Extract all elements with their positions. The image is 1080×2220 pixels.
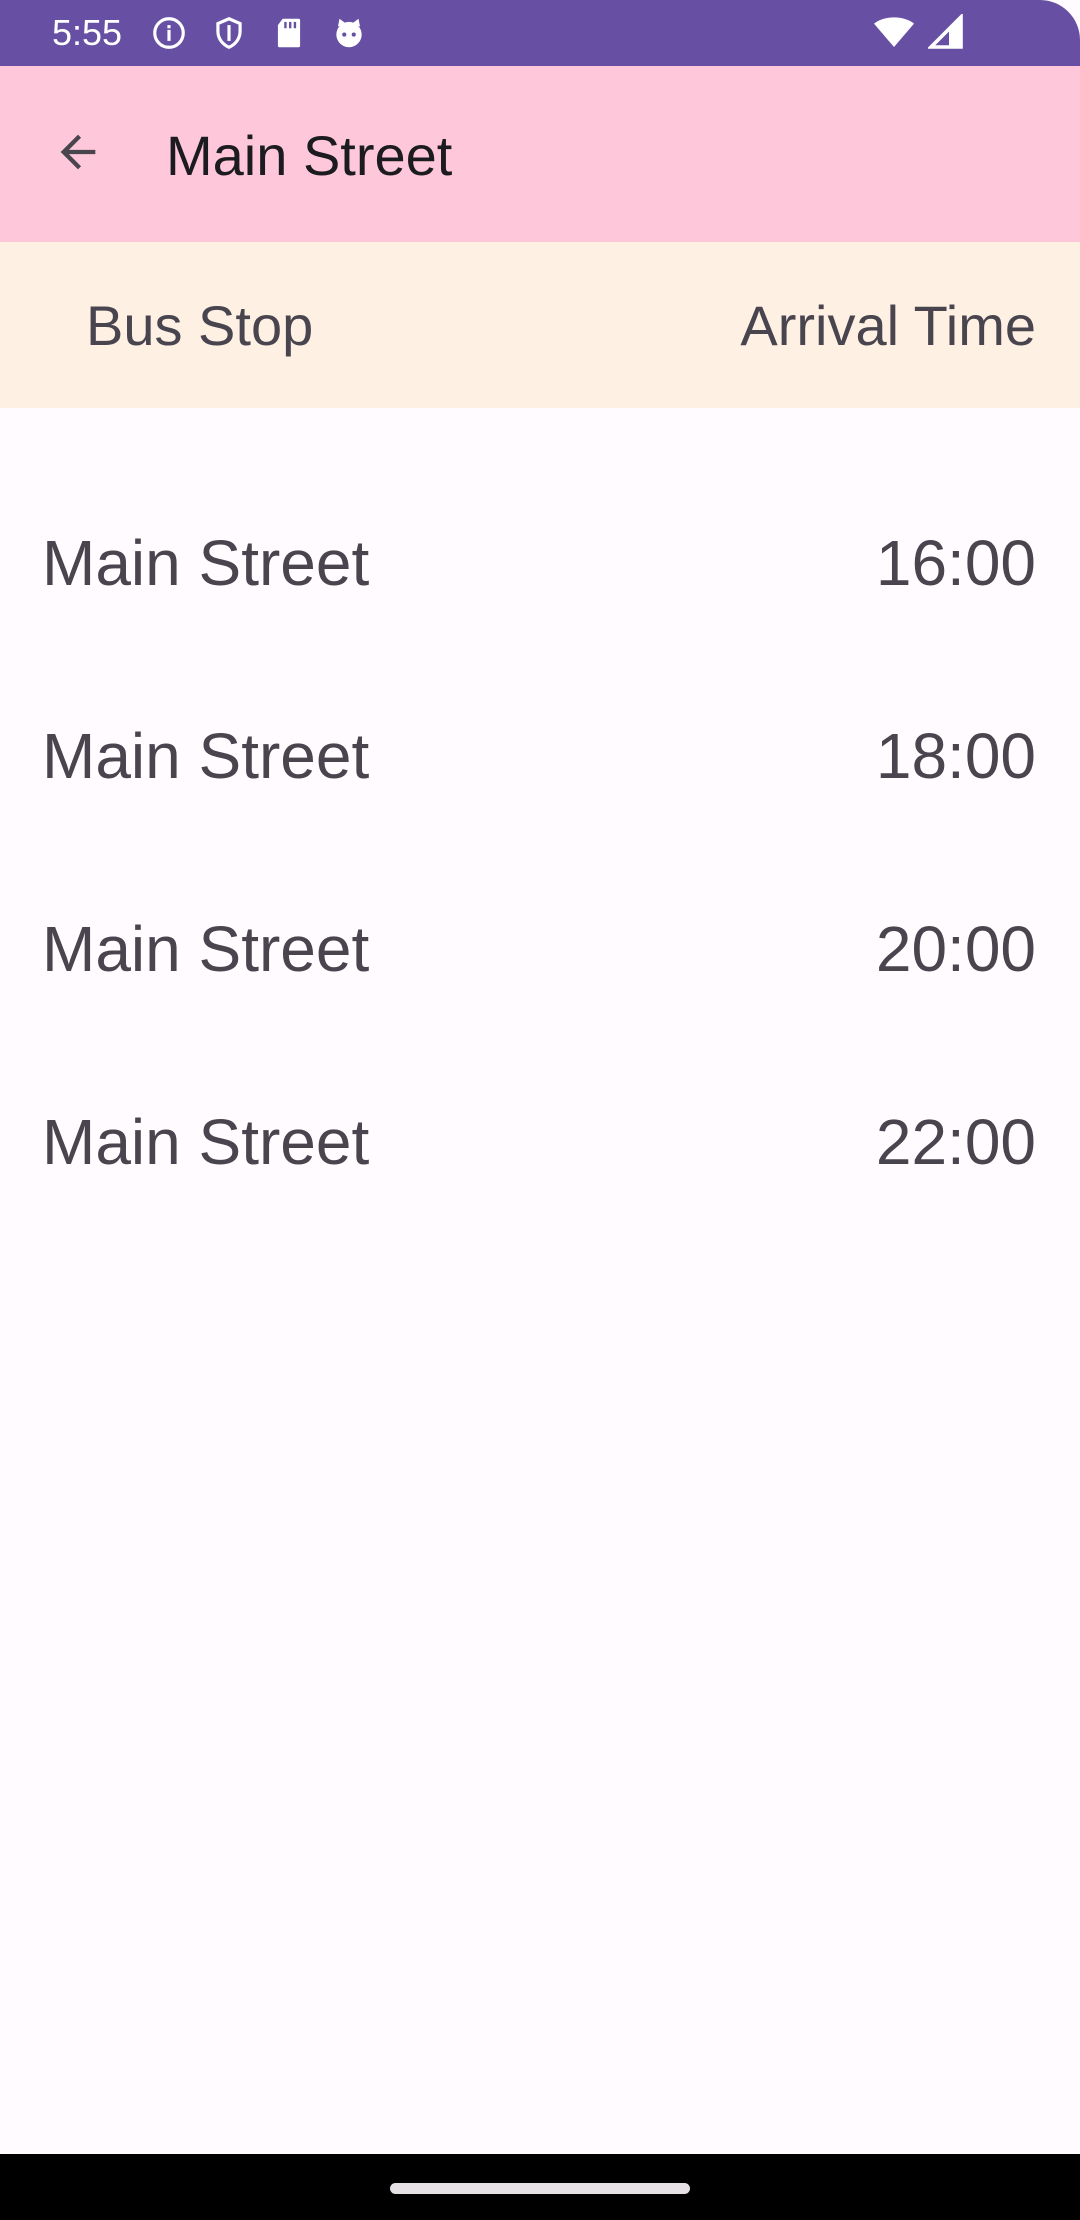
item-bus-stop: Main Street (42, 527, 370, 599)
page-title: Main Street (166, 124, 453, 187)
item-bus-stop: Main Street (42, 913, 370, 985)
wifi-icon (874, 14, 914, 55)
item-arrival-time: 20:00 (875, 913, 1036, 985)
status-icons-right (874, 12, 964, 55)
header-arrival-time: Arrival Time (740, 294, 1036, 357)
signal-icon (926, 12, 964, 55)
cat-face-icon (330, 14, 368, 52)
shield-icon (210, 14, 248, 52)
item-arrival-time: 22:00 (875, 1106, 1036, 1178)
list-item[interactable]: Main Street 20:00 (0, 852, 1080, 1045)
list-item[interactable]: Main Street 22:00 (0, 1045, 1080, 1238)
home-handle[interactable] (390, 2183, 690, 2194)
item-bus-stop: Main Street (42, 720, 370, 792)
table-header: Bus Stop Arrival Time (0, 242, 1080, 408)
status-time: 5:55 (52, 12, 123, 53)
arrival-list: Main Street 16:00 Main Street 18:00 Main… (0, 466, 1080, 1238)
info-icon (150, 14, 188, 52)
status-bar: 5:55 (0, 0, 1080, 66)
header-bus-stop: Bus Stop (86, 294, 314, 357)
screen: 5:55 Main Street Bus Stop Arrival Time M… (0, 0, 1080, 2220)
item-arrival-time: 18:00 (875, 720, 1036, 792)
arrow-back-icon (52, 126, 104, 183)
list-item[interactable]: Main Street 16:00 (0, 466, 1080, 659)
navigation-bar (0, 2154, 1080, 2220)
list-item[interactable]: Main Street 18:00 (0, 659, 1080, 852)
status-icons-left (150, 14, 368, 52)
app-bar: Main Street (0, 66, 1080, 242)
sd-card-icon (270, 14, 308, 52)
back-button[interactable] (36, 112, 120, 196)
item-arrival-time: 16:00 (875, 527, 1036, 599)
item-bus-stop: Main Street (42, 1106, 370, 1178)
